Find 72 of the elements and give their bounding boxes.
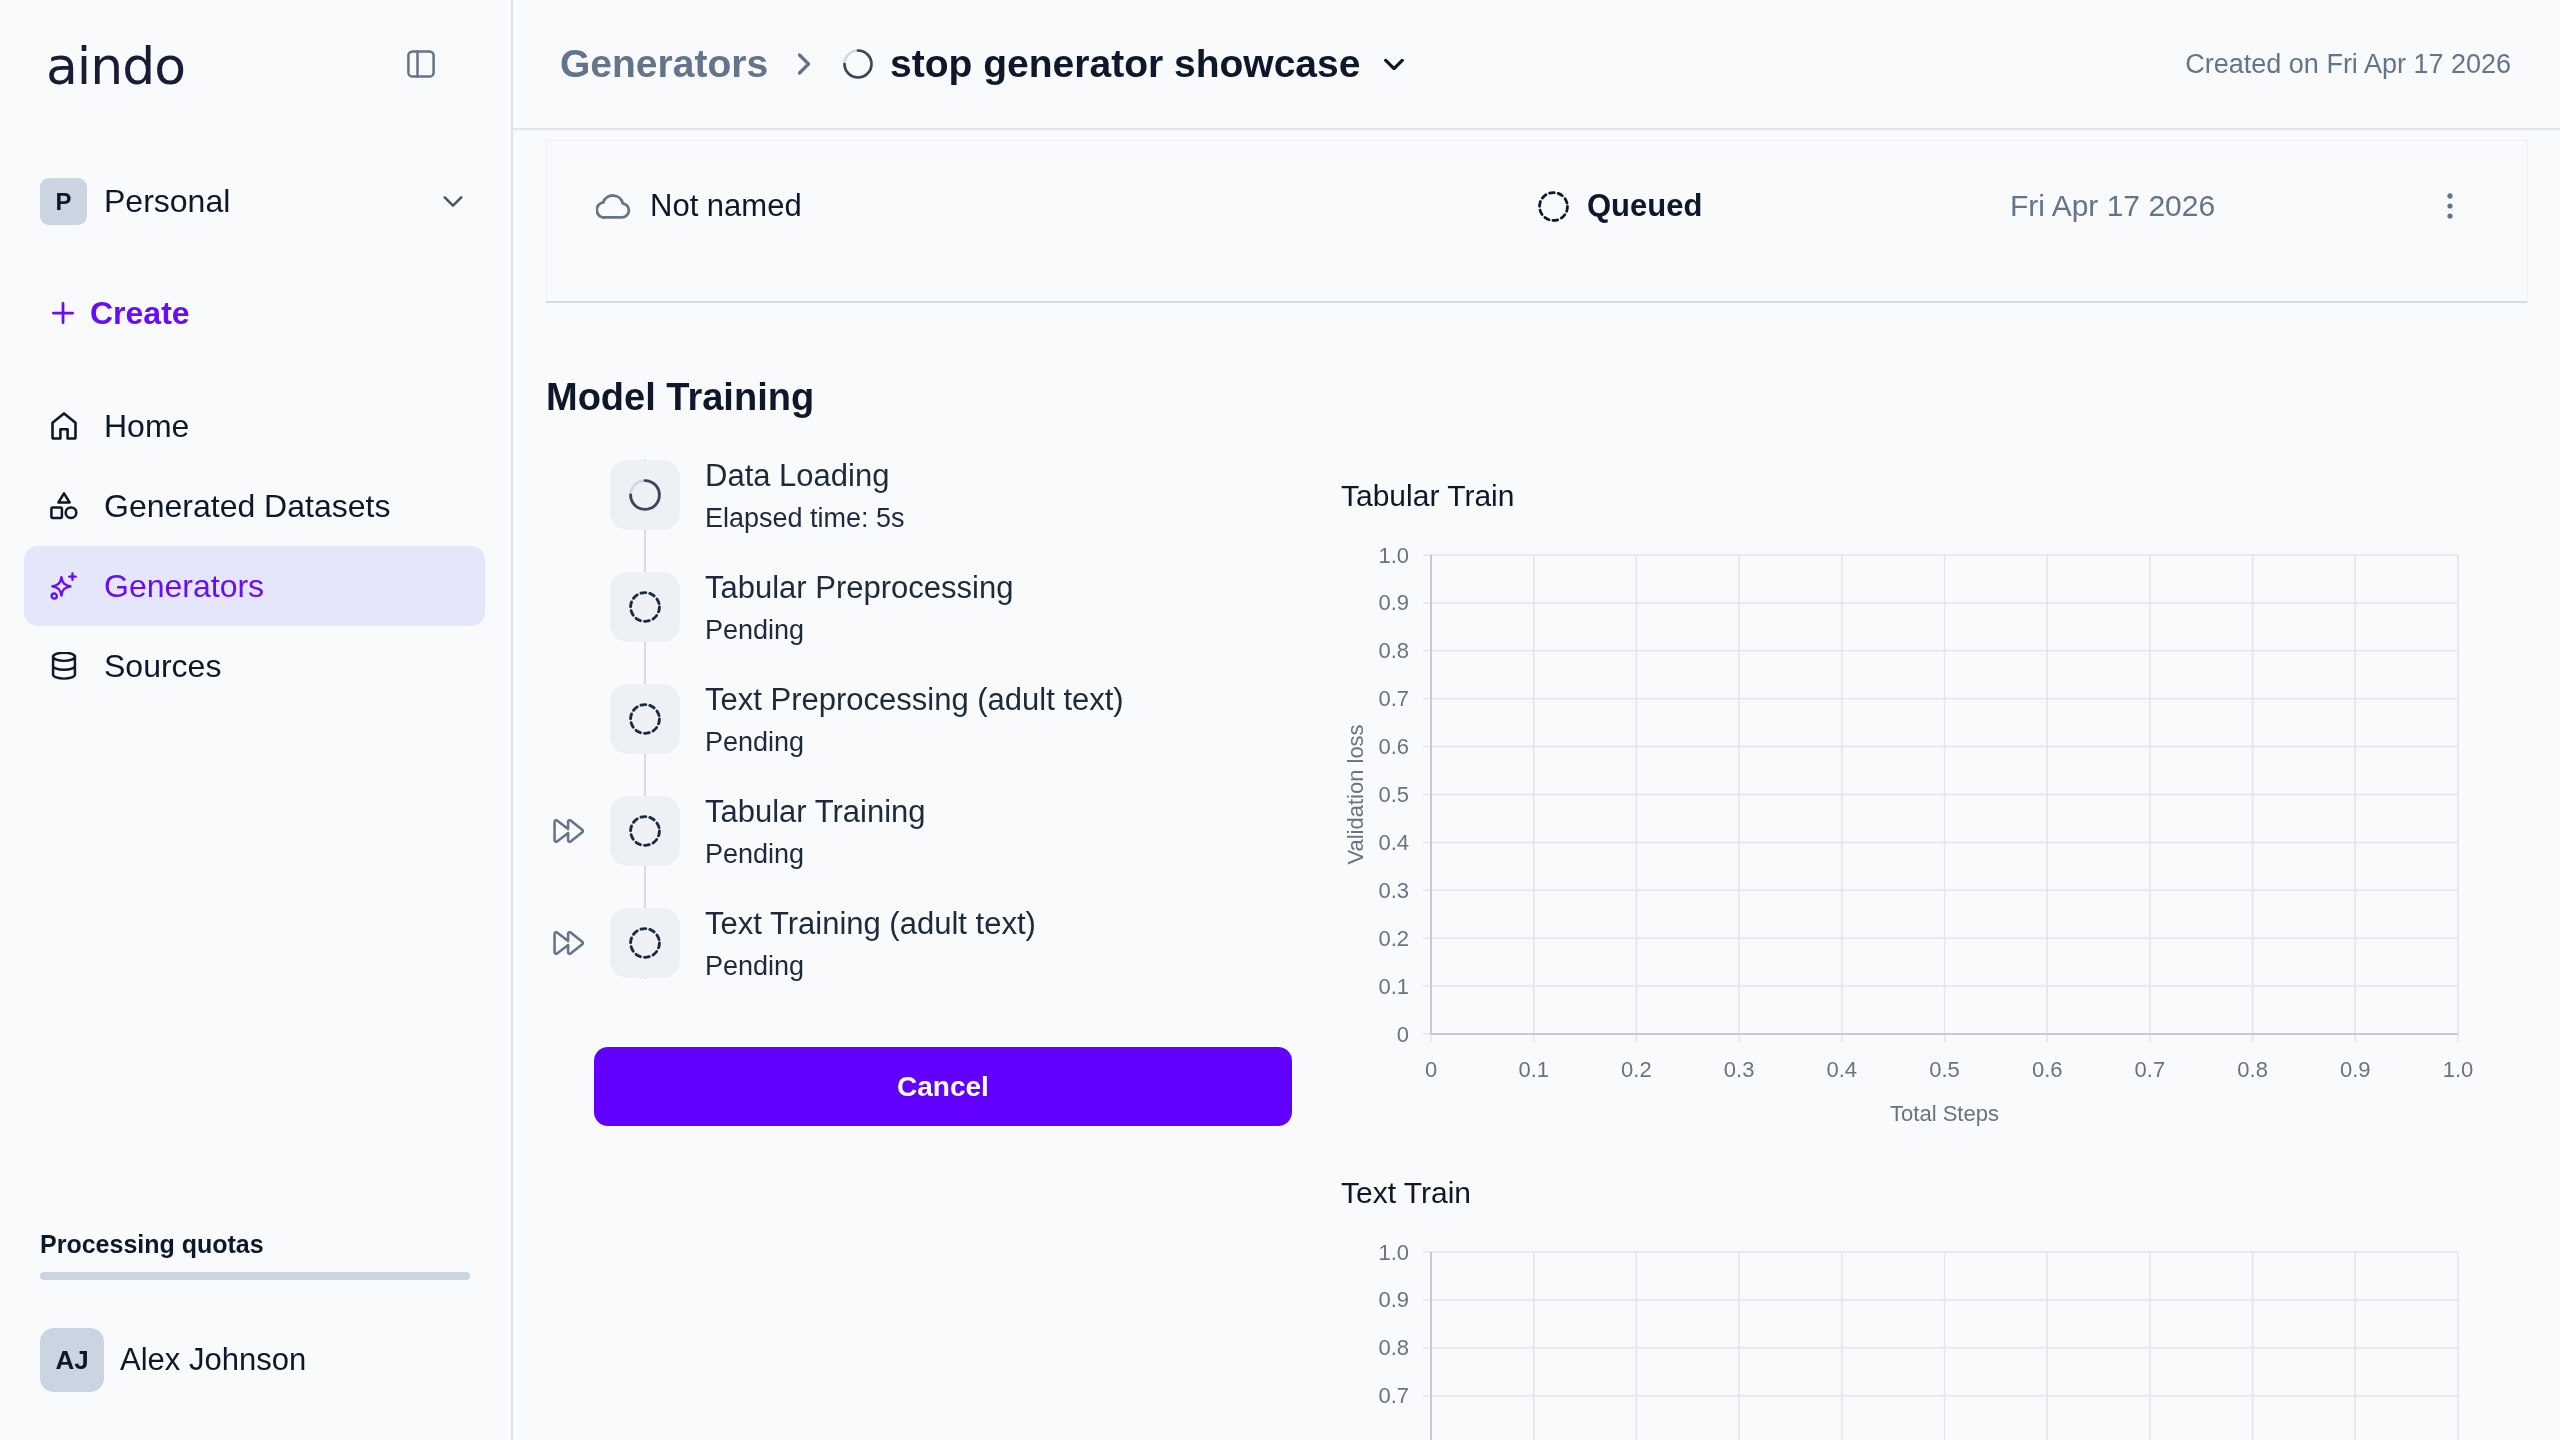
y-tick-label: 0.2 bbox=[1378, 925, 1409, 951]
sidebar-toggle-icon[interactable] bbox=[407, 50, 435, 78]
chart-title: Tabular Train bbox=[1341, 479, 1516, 513]
step-title: Data Loading bbox=[705, 456, 891, 494]
step-status: Pending bbox=[705, 613, 806, 646]
x-tick-label: 0.6 bbox=[2031, 1056, 2063, 1082]
step-status: Pending bbox=[705, 949, 806, 982]
nav-item[interactable]: Generated Datasets bbox=[24, 466, 485, 546]
fast-forward-icon[interactable] bbox=[553, 931, 584, 955]
step-title: Tabular Preprocessing bbox=[705, 568, 1015, 606]
status-label: Queued bbox=[1587, 188, 1703, 224]
kebab-menu-icon[interactable] bbox=[2447, 193, 2453, 219]
y-tick-label: 0.7 bbox=[1378, 1383, 1409, 1409]
x-axis-title: Total Steps bbox=[1890, 1100, 1999, 1126]
x-tick-label: 0.8 bbox=[2237, 1056, 2268, 1082]
x-tick-label: 0.4 bbox=[1826, 1056, 1858, 1082]
y-tick-label: 1.0 bbox=[1378, 1239, 1409, 1265]
step-status: Pending bbox=[705, 837, 806, 870]
y-tick-label: 1.0 bbox=[1378, 542, 1409, 568]
logo: aindo bbox=[46, 36, 186, 92]
y-tick-label: 0.7 bbox=[1378, 686, 1409, 712]
y-tick-label: 0.1 bbox=[1378, 973, 1409, 999]
chevron-right-icon bbox=[798, 53, 811, 75]
x-tick-label: 0 bbox=[1424, 1056, 1438, 1082]
page-title: stop generator showcase bbox=[890, 42, 1361, 86]
y-tick-label: 0.8 bbox=[1378, 638, 1409, 664]
y-tick-label: 0.9 bbox=[1378, 590, 1409, 616]
chevron-down-icon[interactable] bbox=[443, 196, 463, 207]
generator-name: Not named bbox=[650, 188, 802, 224]
step-status: Elapsed time: 5s bbox=[705, 501, 906, 534]
created-date: Created on Fri Apr 17 2026 bbox=[2185, 48, 2511, 80]
y-tick-label: 0.6 bbox=[1378, 734, 1409, 760]
x-tick-label: 0.2 bbox=[1621, 1056, 1652, 1082]
y-tick-label: 0 bbox=[1396, 1021, 1409, 1047]
quota-label: Processing quotas bbox=[40, 1229, 265, 1259]
y-axis-title: Validation loss bbox=[1342, 724, 1368, 865]
date-text: Fri Apr 17 2026 bbox=[2010, 189, 2216, 223]
workspace-avatar: P bbox=[40, 178, 87, 225]
user-name: Alex Johnson bbox=[120, 1342, 307, 1378]
y-tick-label: 0.4 bbox=[1378, 829, 1409, 855]
plus-icon bbox=[52, 302, 74, 324]
create-button[interactable]: Create bbox=[52, 293, 190, 333]
cloud-icon bbox=[596, 193, 632, 219]
sparkles-icon bbox=[50, 572, 78, 600]
nav-item[interactable]: Sources bbox=[24, 626, 485, 706]
step-title: Text Preprocessing (adult text) bbox=[705, 680, 1124, 718]
cancel-button[interactable]: Cancel bbox=[594, 1047, 1292, 1126]
x-tick-label: 1.0 bbox=[2442, 1056, 2474, 1082]
fast-forward-icon[interactable] bbox=[553, 819, 584, 843]
step-title: Text Training (adult text) bbox=[705, 904, 1037, 942]
y-tick-label: 0.8 bbox=[1378, 1335, 1409, 1361]
nav-item[interactable]: Generators bbox=[24, 546, 485, 626]
section-title: Model Training bbox=[546, 375, 816, 419]
nav-item[interactable]: Home bbox=[24, 386, 485, 466]
y-tick-label: 0.9 bbox=[1378, 1287, 1409, 1313]
step-title: Tabular Training bbox=[705, 792, 927, 830]
x-tick-label: 0.9 bbox=[2340, 1056, 2371, 1082]
x-tick-label: 0.1 bbox=[1518, 1056, 1549, 1082]
chevron-down-icon[interactable] bbox=[1384, 58, 1405, 70]
x-tick-label: 0.7 bbox=[2134, 1056, 2166, 1082]
database-icon bbox=[50, 652, 78, 680]
breadcrumb-link[interactable]: Generators bbox=[560, 42, 769, 86]
step-status: Pending bbox=[705, 725, 806, 758]
x-tick-label: 0.3 bbox=[1723, 1056, 1755, 1082]
x-tick-label: 0.5 bbox=[1929, 1056, 1960, 1082]
home-icon bbox=[50, 412, 78, 440]
y-tick-label: 0.5 bbox=[1378, 782, 1409, 807]
chart-title: Text Train bbox=[1341, 1176, 1473, 1210]
workspace-name[interactable]: Personal bbox=[104, 183, 231, 220]
y-tick-label: 0.3 bbox=[1378, 877, 1409, 903]
user-avatar: AJ bbox=[40, 1328, 104, 1392]
shapes-icon bbox=[50, 492, 78, 520]
